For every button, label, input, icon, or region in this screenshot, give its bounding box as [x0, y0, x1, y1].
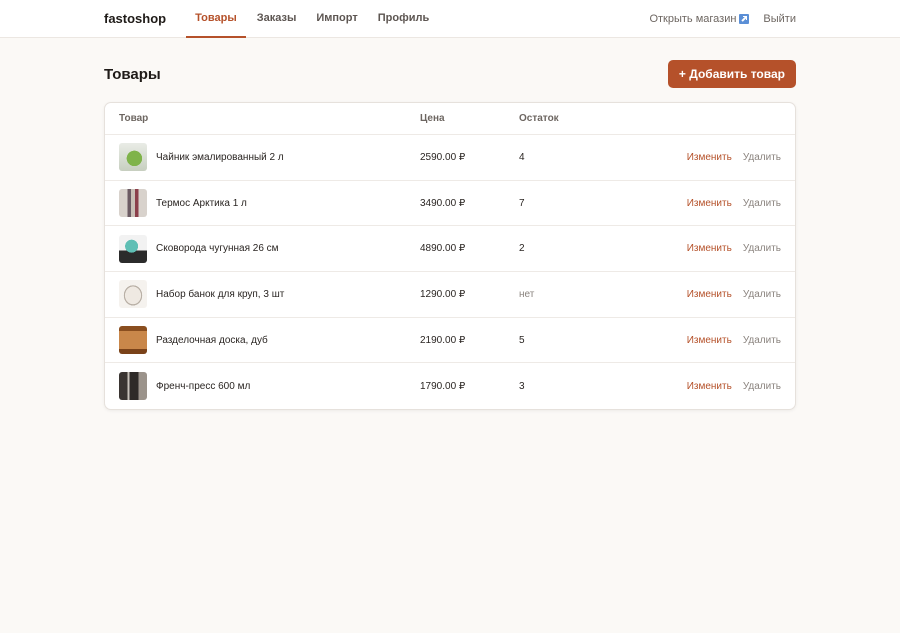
edit-product-link[interactable]: Изменить: [687, 335, 732, 346]
product-thumbnail: [119, 189, 147, 218]
product-stock: нет: [519, 288, 535, 300]
external-link-icon: [739, 14, 750, 24]
delete-product-link[interactable]: Удалить: [743, 381, 781, 392]
product-stock: 3: [519, 380, 525, 392]
top-bar: fastoshop Товары Заказы Импорт Профиль О…: [0, 0, 900, 38]
row-actions: Изменить Удалить: [655, 335, 795, 346]
table-row: Набор банок для круп, 3 шт 1290.00 ₽ нет…: [105, 272, 795, 318]
main-content: Товары + Добавить товар Товар Цена Остат…: [0, 38, 900, 411]
product-cell: Френч-пресс 600 мл: [105, 372, 420, 401]
top-right-links: Открыть магазин Выйти: [649, 0, 796, 38]
product-name[interactable]: Сковорода чугунная 26 см: [156, 243, 279, 254]
nav-tab-import[interactable]: Импорт: [307, 0, 366, 38]
product-price: 1290.00 ₽: [420, 288, 466, 300]
product-cell: Набор банок для круп, 3 шт: [105, 280, 420, 309]
row-actions: Изменить Удалить: [655, 198, 795, 209]
table-row: Френч-пресс 600 мл 1790.00 ₽ 3 Изменить …: [105, 363, 795, 409]
delete-product-link[interactable]: Удалить: [743, 335, 781, 346]
delete-product-link[interactable]: Удалить: [743, 243, 781, 254]
product-stock: 5: [519, 334, 525, 346]
product-price: 2190.00 ₽: [420, 334, 466, 346]
column-header-price[interactable]: Цена: [420, 113, 519, 124]
delete-product-link[interactable]: Удалить: [743, 198, 781, 209]
logout-link[interactable]: Выйти: [763, 13, 796, 25]
edit-product-link[interactable]: Изменить: [687, 198, 732, 209]
product-price: 3490.00 ₽: [420, 197, 466, 209]
product-cell: Термос Арктика 1 л: [105, 189, 420, 218]
page-title: Товары: [104, 65, 161, 83]
product-thumbnail: [119, 143, 147, 172]
brand-logo[interactable]: fastoshop: [104, 11, 166, 26]
nav-tab-products[interactable]: Товары: [186, 0, 246, 38]
table-row: Термос Арктика 1 л 3490.00 ₽ 7 Изменить …: [105, 181, 795, 227]
table-header: Товар Цена Остаток: [105, 103, 795, 135]
edit-product-link[interactable]: Изменить: [687, 243, 732, 254]
product-thumbnail: [119, 372, 147, 401]
column-header-product[interactable]: Товар: [105, 113, 420, 124]
edit-product-link[interactable]: Изменить: [687, 289, 732, 300]
row-actions: Изменить Удалить: [655, 289, 795, 300]
product-price: 4890.00 ₽: [420, 243, 466, 255]
delete-product-link[interactable]: Удалить: [743, 152, 781, 163]
product-name[interactable]: Чайник эмалированный 2 л: [156, 152, 284, 163]
product-name[interactable]: Термос Арктика 1 л: [156, 198, 247, 209]
column-header-stock[interactable]: Остаток: [519, 113, 655, 124]
product-name[interactable]: Набор банок для круп, 3 шт: [156, 289, 284, 300]
product-thumbnail: [119, 326, 147, 355]
open-store-link[interactable]: Открыть магазин: [649, 13, 750, 25]
delete-product-link[interactable]: Удалить: [743, 289, 781, 300]
product-stock: 7: [519, 197, 525, 209]
row-actions: Изменить Удалить: [655, 381, 795, 392]
product-name[interactable]: Разделочная доска, дуб: [156, 335, 268, 346]
nav-tab-orders[interactable]: Заказы: [248, 0, 306, 38]
open-store-label: Открыть магазин: [649, 13, 737, 25]
product-thumbnail: [119, 234, 147, 263]
products-table: Товар Цена Остаток Чайник эмалированный …: [104, 102, 796, 411]
add-product-button[interactable]: + Добавить товар: [667, 60, 796, 88]
product-stock: 4: [519, 151, 525, 163]
product-name[interactable]: Френч-пресс 600 мл: [156, 381, 250, 392]
product-price: 1790.00 ₽: [420, 380, 466, 392]
table-body: Чайник эмалированный 2 л 2590.00 ₽ 4 Изм…: [105, 135, 795, 409]
table-row: Чайник эмалированный 2 л 2590.00 ₽ 4 Изм…: [105, 135, 795, 181]
page-header: Товары + Добавить товар: [104, 60, 796, 88]
product-cell: Разделочная доска, дуб: [105, 326, 420, 355]
product-stock: 2: [519, 243, 525, 255]
nav-tab-profile[interactable]: Профиль: [369, 0, 438, 38]
product-cell: Сковорода чугунная 26 см: [105, 234, 420, 263]
row-actions: Изменить Удалить: [655, 243, 795, 254]
table-row: Разделочная доска, дуб 2190.00 ₽ 5 Измен…: [105, 318, 795, 364]
product-thumbnail: [119, 280, 147, 309]
main-nav: Товары Заказы Импорт Профиль: [185, 0, 439, 38]
product-cell: Чайник эмалированный 2 л: [105, 143, 420, 172]
table-row: Сковорода чугунная 26 см 4890.00 ₽ 2 Изм…: [105, 226, 795, 273]
row-actions: Изменить Удалить: [655, 152, 795, 163]
product-price: 2590.00 ₽: [420, 151, 466, 163]
edit-product-link[interactable]: Изменить: [687, 152, 732, 163]
edit-product-link[interactable]: Изменить: [687, 381, 732, 392]
